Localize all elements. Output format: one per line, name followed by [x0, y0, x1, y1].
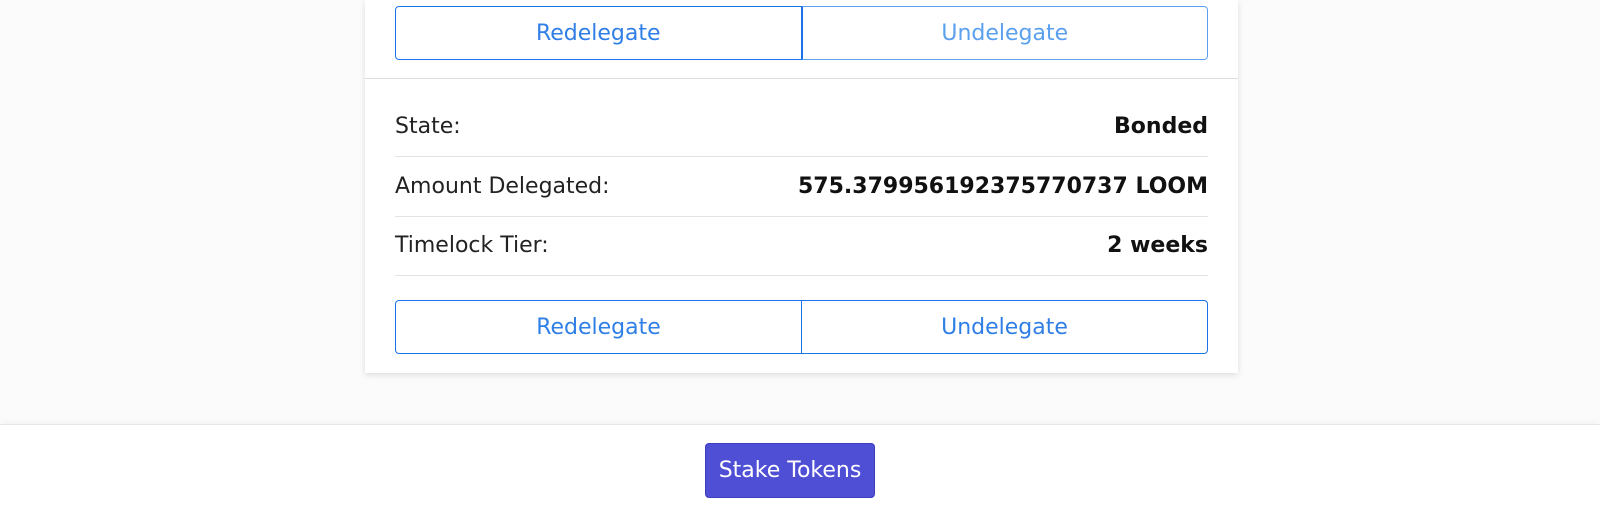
- page: Redelegate Undelegate State: Bonded Amou…: [0, 0, 1600, 507]
- redelegate-button[interactable]: Redelegate: [395, 300, 802, 354]
- timelock-tier-value: 2 weeks: [1107, 233, 1208, 258]
- stake-tokens-button[interactable]: Stake Tokens: [705, 443, 875, 498]
- delegation-card: Redelegate Undelegate State: Bonded Amou…: [365, 0, 1238, 373]
- state-value: Bonded: [1114, 114, 1208, 139]
- footer-bar: Stake Tokens: [0, 424, 1600, 507]
- card-divider: [365, 78, 1238, 79]
- bottom-action-group: Redelegate Undelegate: [395, 300, 1208, 354]
- redelegate-button-top[interactable]: Redelegate: [395, 6, 802, 60]
- state-label: State:: [395, 114, 461, 139]
- undelegate-button[interactable]: Undelegate: [802, 300, 1208, 354]
- state-row: State: Bonded: [395, 97, 1208, 157]
- timelock-tier-row: Timelock Tier: 2 weeks: [395, 216, 1208, 276]
- amount-delegated-row: Amount Delegated: 575.379956192375770737…: [395, 157, 1208, 217]
- undelegate-button-top[interactable]: Undelegate: [801, 6, 1208, 60]
- timelock-tier-label: Timelock Tier:: [395, 233, 549, 258]
- amount-delegated-value: 575.379956192375770737 LOOM: [797, 174, 1208, 199]
- top-action-group: Redelegate Undelegate: [395, 6, 1208, 60]
- amount-delegated-label: Amount Delegated:: [395, 174, 610, 199]
